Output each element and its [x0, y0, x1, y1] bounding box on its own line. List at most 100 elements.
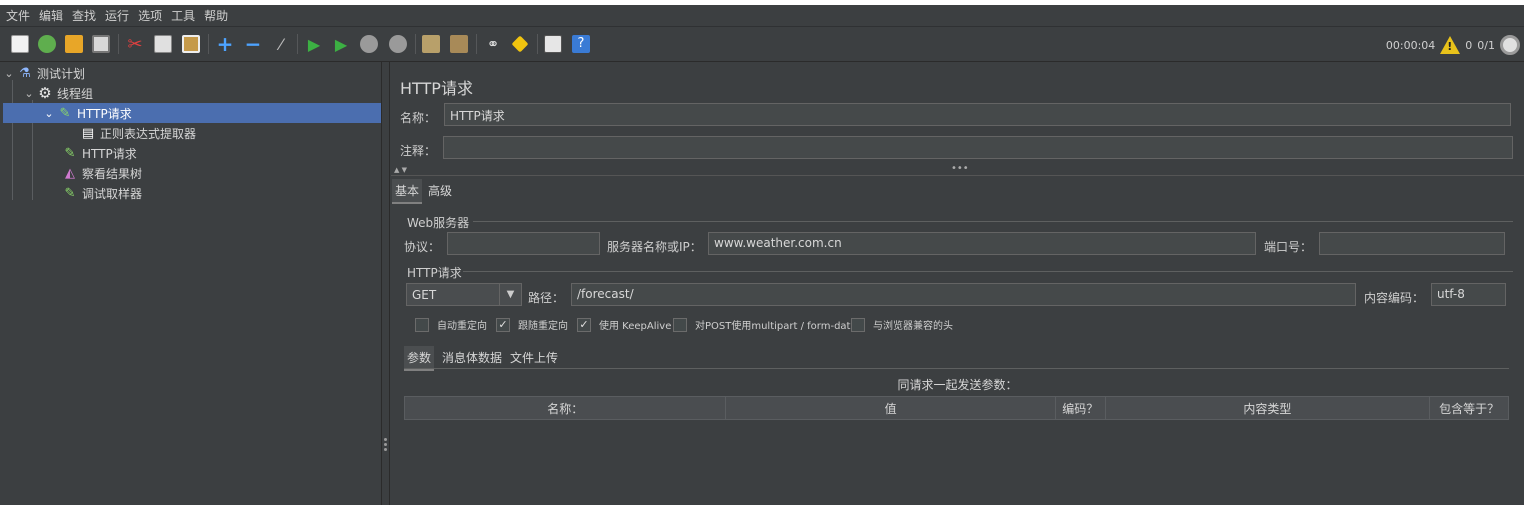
group-divider [473, 221, 1513, 222]
menu-file[interactable]: 文件 [6, 7, 30, 24]
tree-node-regex-extractor[interactable]: ▤ 正则表达式提取器 [80, 123, 380, 143]
method-select[interactable]: GET ▼ [406, 283, 522, 306]
tree-node-label: 调试取样器 [82, 186, 143, 201]
auto-redirect-checkbox[interactable]: 自动重定向 [415, 317, 487, 332]
thread-count: 0/1 [1477, 38, 1495, 52]
column-header-value[interactable]: 值 [726, 397, 1056, 419]
name-field[interactable]: HTTP请求 [444, 103, 1511, 126]
collapse-arrows-icon[interactable]: ▲ ▼ [394, 166, 407, 174]
checkbox-label: 使用 KeepAlive [599, 321, 672, 332]
clear-icon[interactable] [420, 33, 442, 55]
column-header-include-equals[interactable]: 包含等于？ [1430, 397, 1508, 419]
tree-node-results-tree[interactable]: ◭ 察看结果树 [62, 163, 380, 183]
tab-files-upload[interactable]: 文件上传 [507, 346, 561, 369]
checkbox-label: 跟随重定向 [518, 321, 568, 332]
clear-all-icon[interactable] [448, 33, 470, 55]
reset-search-icon[interactable] [509, 33, 531, 55]
column-header-encode[interactable]: 编码？ [1056, 397, 1106, 419]
copy-icon[interactable] [152, 33, 174, 55]
stop-icon[interactable] [358, 33, 380, 55]
browser-headers-checkbox[interactable]: 与浏览器兼容的头 [851, 317, 953, 332]
checkbox-box[interactable] [673, 317, 687, 332]
start-icon[interactable]: ▶ [303, 33, 325, 55]
tree-node-test-plan[interactable]: ⌄ ⚗ 测试计划 [3, 63, 381, 83]
check-icon[interactable]: ✓ [577, 317, 591, 332]
port-field[interactable] [1319, 232, 1505, 255]
protocol-label: 协议： [404, 240, 441, 254]
comment-label: 注释： [400, 144, 437, 158]
tree-node-http-request-selected[interactable]: ⌄ ✎ HTTP请求 [3, 103, 381, 123]
menu-options[interactable]: 选项 [138, 7, 162, 24]
splitter-handle-icon[interactable]: ••• [951, 163, 969, 174]
split-pane-divider[interactable] [382, 62, 390, 505]
checkbox-box[interactable] [415, 317, 429, 332]
cut-icon[interactable]: ✂ [124, 33, 146, 55]
server-label: 服务器名称或IP： [607, 240, 702, 254]
expand-icon[interactable]: + [214, 32, 236, 56]
menu-edit[interactable]: 编辑 [39, 7, 63, 24]
warning-icon[interactable]: ! [1440, 36, 1461, 54]
tab-body-data[interactable]: 消息体数据 [439, 346, 505, 369]
path-field[interactable]: /forecast/ [571, 283, 1356, 306]
server-field[interactable]: www.weather.com.cn [708, 232, 1256, 255]
tab-advanced[interactable]: 高级 [425, 179, 455, 202]
checkbox-label: 与浏览器兼容的头 [873, 321, 953, 332]
menu-run[interactable]: 运行 [105, 7, 129, 24]
chevron-down-icon[interactable]: ⌄ [3, 67, 15, 80]
follow-redirects-checkbox[interactable]: ✓ 跟随重定向 [496, 317, 568, 332]
tree-node-thread-group[interactable]: ⌄ ⚙ 线程组 [23, 83, 381, 103]
status-area: 00:00:04 ! 0 0/1 [1386, 33, 1520, 57]
function-helper-icon[interactable] [542, 33, 564, 55]
path-label: 路径： [528, 291, 565, 305]
new-icon[interactable] [9, 33, 31, 55]
checkbox-box[interactable] [851, 317, 865, 332]
tree-node-label: 线程组 [57, 86, 94, 101]
tree-node-debug-sampler[interactable]: ✎ 调试取样器 [62, 183, 380, 203]
column-header-content-type[interactable]: 内容类型 [1106, 397, 1431, 419]
port-label: 端口号： [1264, 240, 1313, 254]
tab-basic[interactable]: 基本 [392, 179, 423, 204]
collapse-icon[interactable]: − [242, 32, 264, 56]
menu-help[interactable]: 帮助 [204, 7, 228, 24]
check-icon[interactable]: ✓ [496, 317, 510, 332]
menu-tools[interactable]: 工具 [171, 7, 195, 24]
regex-extractor-icon: ▤ [81, 125, 95, 141]
debug-sampler-icon: ✎ [64, 185, 76, 201]
tree-node-label: HTTP请求 [82, 146, 137, 161]
search-icon[interactable]: ⚭ [482, 33, 504, 55]
params-table-header: 名称： 值 编码？ 内容类型 包含等于？ [404, 396, 1509, 420]
tree-node-label: 正则表达式提取器 [100, 126, 197, 141]
method-value: GET [412, 287, 437, 302]
section-splitter[interactable]: ▲ ▼ ••• [391, 163, 1524, 176]
toggle-icon[interactable]: ⁄ [270, 33, 292, 55]
save-icon[interactable] [90, 33, 112, 55]
column-header-name[interactable]: 名称： [405, 397, 727, 419]
tree-node-http-request[interactable]: ✎ HTTP请求 [62, 143, 380, 163]
tree-node-label: 测试计划 [37, 66, 86, 81]
help-icon[interactable]: ? [570, 33, 592, 55]
keepalive-checkbox[interactable]: ✓ 使用 KeepAlive [577, 317, 671, 332]
http-sampler-icon: ✎ [59, 105, 71, 121]
web-server-group-title: Web服务器 [407, 216, 470, 230]
shutdown-icon[interactable] [387, 33, 409, 55]
chevron-down-icon[interactable]: ⌄ [23, 87, 35, 100]
chevron-down-icon[interactable]: ⌄ [43, 107, 55, 120]
test-plan-icon: ⚗ [19, 65, 31, 81]
start-no-pause-icon[interactable]: ▶ [330, 33, 352, 55]
remote-status-icon[interactable] [1500, 35, 1520, 55]
chevron-down-icon[interactable]: ▼ [499, 284, 521, 305]
templates-icon[interactable] [36, 33, 58, 55]
subtab-divider [404, 368, 1509, 369]
protocol-field[interactable] [447, 232, 600, 255]
thread-group-icon: ⚙ [38, 84, 52, 102]
drag-handle-icon[interactable] [384, 438, 387, 453]
comment-field[interactable] [443, 136, 1513, 159]
toolbar: ✂ + − ⁄ ▶ ▶ ⚭ ? 00:00:04 ! 0 0/1 [0, 28, 1524, 62]
encoding-field[interactable]: utf-8 [1431, 283, 1506, 306]
checkbox-label: 自动重定向 [437, 321, 487, 332]
panel-title: HTTP请求 [400, 79, 473, 98]
menu-search[interactable]: 查找 [72, 7, 96, 24]
multipart-checkbox[interactable]: 对POST使用multipart / form-data [673, 317, 857, 332]
open-icon[interactable] [63, 33, 85, 55]
paste-icon[interactable] [180, 33, 202, 55]
